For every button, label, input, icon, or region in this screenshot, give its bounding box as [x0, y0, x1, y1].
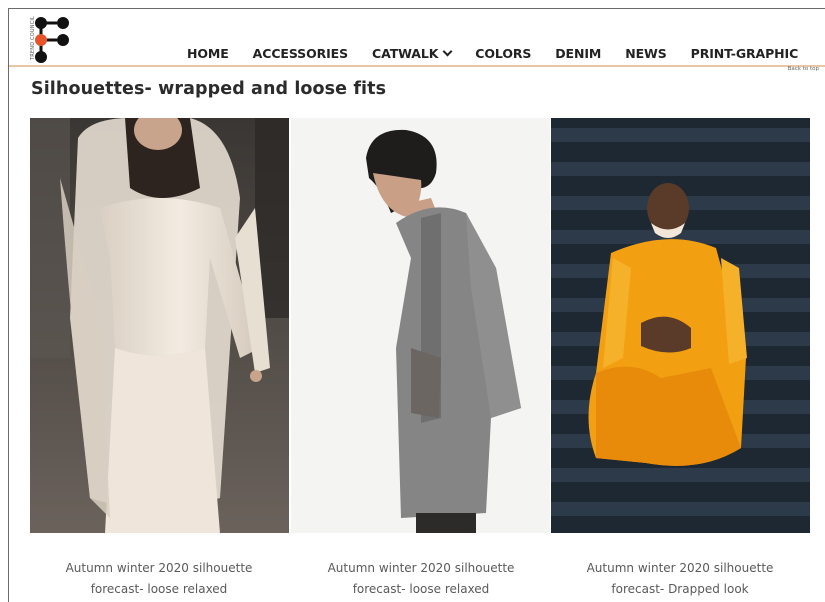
monk-image — [551, 118, 810, 533]
caption-line: Autumn winter 2020 silhouette — [327, 561, 515, 575]
chevron-down-icon — [442, 46, 453, 56]
caption-line: Autumn winter 2020 silhouette — [586, 561, 774, 575]
caption-line: forecast- loose relaxed — [352, 582, 490, 596]
card-caption-2: Autumn winter 2020 silhouette forecast- … — [286, 558, 556, 600]
nav-print-graphic-label: PRINT-GRAPHIC — [690, 45, 799, 61]
nav-colors[interactable]: COLORS — [475, 46, 531, 61]
nav-accessories-label: ACCESSORIES — [252, 45, 349, 61]
site-logo[interactable]: TREND COUNCIL — [23, 13, 75, 67]
site-header: TREND COUNCIL HOME ACCESSORIES CATWALK C… — [9, 9, 825, 66]
page-title: Silhouettes- wrapped and loose fits — [31, 79, 387, 99]
caption-line: Autumn winter 2020 silhouette — [65, 561, 253, 575]
nav-colors-label: COLORS — [475, 45, 532, 61]
nav-denim-label: DENIM — [555, 45, 602, 61]
nav-accessories[interactable]: ACCESSORIES — [253, 46, 348, 61]
caption-line: forecast- Drapped look — [611, 582, 749, 596]
card-image-3[interactable] — [551, 118, 810, 533]
window-border-left — [8, 8, 9, 602]
card-image-1[interactable] — [30, 118, 289, 533]
runway-model-image — [30, 118, 289, 533]
nav-catwalk-label: CATWALK — [372, 45, 439, 61]
header-divider — [9, 65, 825, 67]
grey-kimono-image — [291, 118, 550, 533]
logo-wordmark: TREND COUNCIL — [30, 15, 37, 61]
back-to-top-link[interactable]: Back to top — [788, 66, 819, 72]
nav-catwalk[interactable]: CATWALK — [372, 45, 453, 61]
nav-home[interactable]: HOME — [187, 46, 229, 61]
card-caption-1: Autumn winter 2020 silhouette forecast- … — [24, 558, 294, 600]
card-image-2[interactable] — [291, 118, 550, 533]
nav-denim[interactable]: DENIM — [555, 46, 601, 61]
nav-print-graphic[interactable]: PRINT-GRAPHIC — [690, 45, 799, 61]
card-caption-3: Autumn winter 2020 silhouette forecast- … — [545, 558, 815, 600]
nav-news[interactable]: NEWS — [625, 45, 667, 61]
nav-home-label: HOME — [187, 45, 229, 61]
nav-news-label: NEWS — [625, 45, 667, 61]
caption-line: forecast- loose relaxed — [90, 582, 228, 596]
main-nav: HOME ACCESSORIES CATWALK COLORS DENIM NE… — [187, 45, 799, 61]
